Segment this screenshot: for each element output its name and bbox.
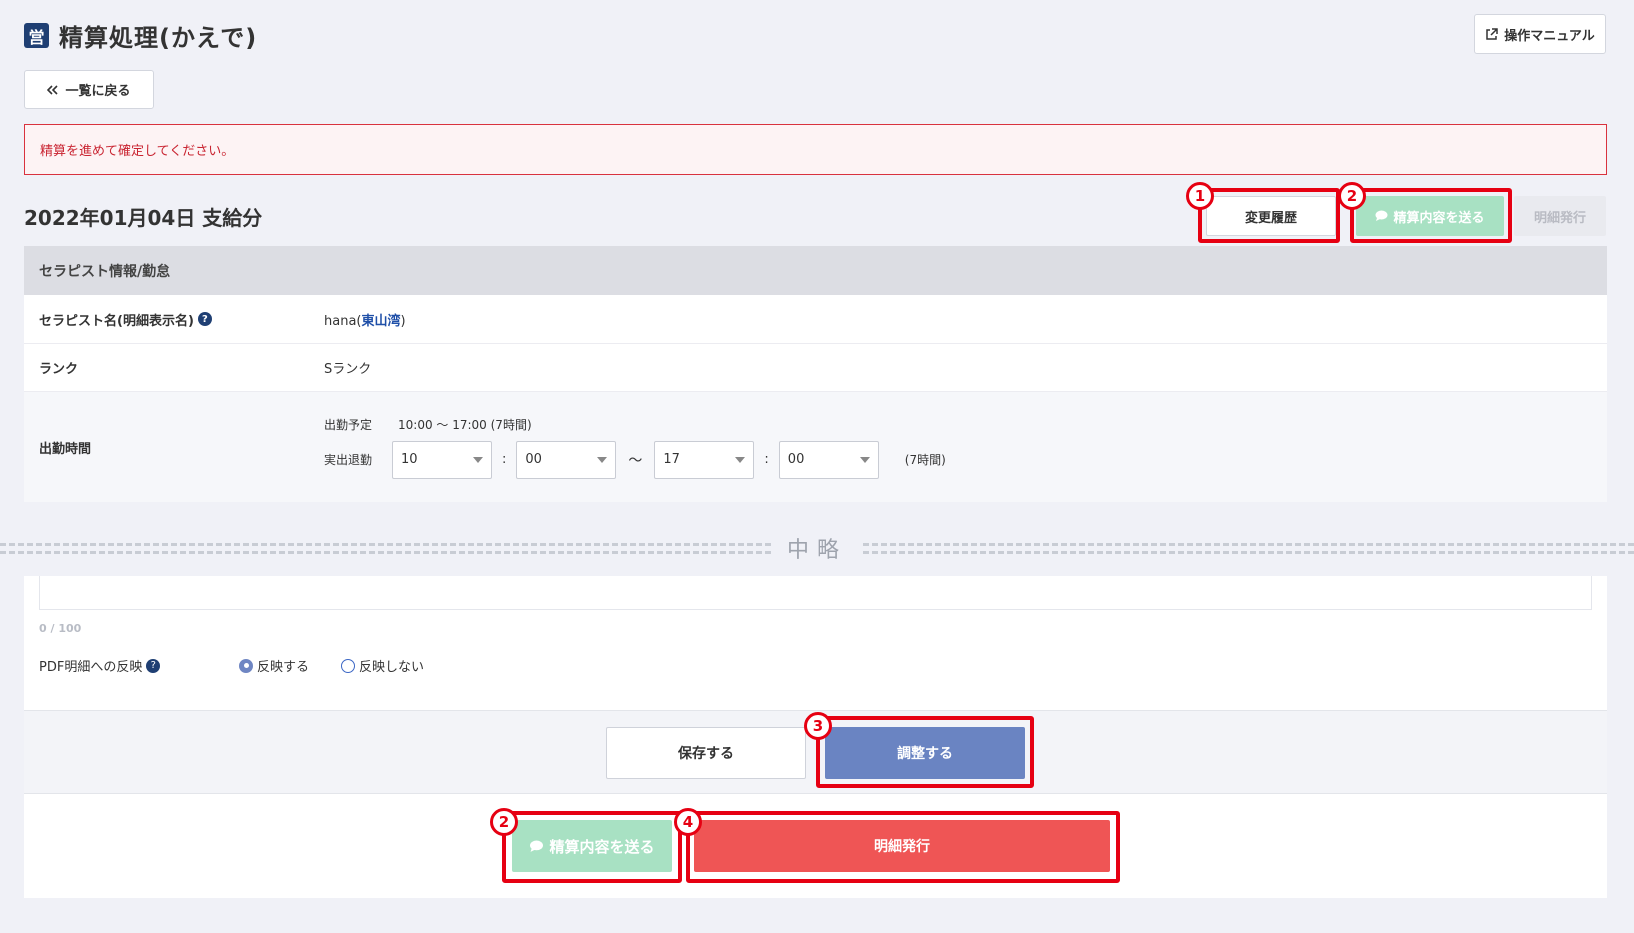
external-link-icon — [1486, 27, 1498, 40]
annotation-badge-4: 4 — [674, 808, 702, 836]
help-icon[interactable]: ? — [146, 658, 161, 673]
dropdown-caret-icon — [473, 456, 484, 463]
alert-text: 精算を進めて確定してください。 — [40, 144, 235, 159]
colon-separator: : — [764, 452, 769, 467]
dropdown-caret-icon — [597, 456, 608, 463]
dash-line-right — [863, 542, 1634, 554]
back-to-list-button[interactable]: 一覧に戻る — [24, 70, 154, 109]
save-button-label: 保存する — [678, 746, 734, 762]
colon-separator: : — [502, 452, 507, 467]
therapist-name-close: ) — [400, 313, 406, 329]
card-heading: セラピスト情報/勤怠 — [24, 246, 1607, 295]
rank-label: ランク — [39, 362, 79, 377]
highlight-box-2 — [1350, 188, 1512, 243]
highlight-box-3 — [816, 716, 1034, 788]
pdf-reflect-row: PDF明細への反映 ? 反映する 反映しない — [39, 656, 456, 675]
therapist-info-card: セラピスト情報/勤怠 セラピスト名(明細表示名) ? hana(東山湾) ランク… — [24, 246, 1607, 502]
omitted-separator: 中略 — [0, 532, 1634, 564]
start-minute-select[interactable]: 00 — [516, 440, 617, 479]
therapist-name-value: hana(東山湾) — [324, 310, 406, 329]
start-hour-value: 10 — [401, 452, 418, 467]
store-link[interactable]: 東山湾 — [361, 314, 400, 329]
memo-textarea[interactable] — [39, 576, 1592, 610]
character-counter: 0 / 100 — [39, 622, 82, 635]
back-button-label: 一覧に戻る — [65, 84, 131, 99]
rank-value: Sランク — [324, 362, 372, 377]
therapist-name-label-wrap: セラピスト名(明細表示名) ? — [24, 310, 324, 329]
actual-label: 実出退勤 — [324, 453, 373, 467]
page-header: 営 精算処理(かえで) — [24, 18, 257, 53]
section-title: 2022年01月04日 支給分 — [24, 206, 263, 230]
highlight-box-4 — [686, 811, 1120, 883]
actual-line: 実出退勤 10 : 00 〜 17 : 00 (7時間) — [324, 440, 946, 479]
help-icon[interactable]: ? — [197, 312, 212, 326]
therapist-name-text: hana( — [324, 313, 362, 329]
issue-statement-label: 明細発行 — [1533, 210, 1586, 226]
annotation-badge-2: 2 — [1338, 182, 1366, 210]
radio-reflect-no-label: 反映しない — [359, 660, 425, 675]
highlight-box-1 — [1198, 188, 1340, 243]
annotation-badge-3: 3 — [804, 712, 832, 740]
annotation-badge-1: 1 — [1186, 182, 1214, 210]
therapist-name-label: セラピスト名(明細表示名) — [39, 313, 194, 329]
work-time-row: 出勤時間 出勤予定 10:00 〜 17:00 (7時間) 実出退勤 10 : … — [24, 392, 1607, 502]
start-minute-value: 00 — [525, 452, 542, 467]
therapist-name-row: セラピスト名(明細表示名) ? hana(東山湾) — [24, 295, 1607, 344]
app-logo-icon: 営 — [24, 23, 49, 48]
dropdown-caret-icon — [859, 456, 870, 463]
planned-value: 10:00 〜 17:00 (7時間) — [398, 417, 532, 432]
radio-reflect-no[interactable]: 反映しない — [341, 656, 424, 675]
end-hour-select[interactable]: 17 — [654, 440, 755, 479]
dash-line-left — [0, 542, 771, 554]
highlight-box-2-bottom — [502, 811, 682, 883]
radio-reflect-yes-label: 反映する — [257, 660, 310, 675]
start-hour-select[interactable]: 10 — [392, 440, 493, 479]
manual-button-label: 操作マニュアル — [1504, 28, 1595, 44]
range-tilde: 〜 — [628, 452, 643, 469]
double-chevron-left-icon — [47, 84, 59, 95]
dropdown-caret-icon — [735, 456, 746, 463]
actual-total: (7時間) — [904, 453, 946, 467]
radio-reflect-yes[interactable]: 反映する — [239, 656, 309, 675]
issue-statement-button[interactable]: 明細発行 — [1514, 196, 1606, 236]
alert-message: 精算を進めて確定してください。 — [24, 124, 1607, 175]
page-title: 精算処理(かえで) — [59, 24, 258, 52]
annotation-badge-2-bottom: 2 — [490, 808, 518, 836]
planned-line: 出勤予定 10:00 〜 17:00 (7時間) — [324, 416, 946, 433]
end-minute-value: 00 — [787, 452, 805, 467]
work-time-value: 出勤予定 10:00 〜 17:00 (7時間) 実出退勤 10 : 00 〜 … — [324, 416, 946, 479]
manual-button[interactable]: 操作マニュアル — [1474, 14, 1606, 54]
planned-label: 出勤予定 — [324, 417, 373, 432]
end-minute-select[interactable]: 00 — [778, 440, 879, 479]
end-hour-value: 17 — [663, 452, 680, 467]
radio-checked-icon — [239, 658, 253, 673]
omitted-text: 中略 — [787, 538, 848, 563]
rank-row: ランク Sランク — [24, 344, 1607, 392]
save-button[interactable]: 保存する — [606, 727, 806, 779]
work-time-label: 出勤時間 — [39, 441, 92, 457]
pdf-reflect-label: PDF明細への反映 — [39, 660, 143, 675]
radio-unchecked-icon — [341, 658, 356, 673]
pdf-reflect-label-wrap: PDF明細への反映 ? — [39, 656, 239, 675]
